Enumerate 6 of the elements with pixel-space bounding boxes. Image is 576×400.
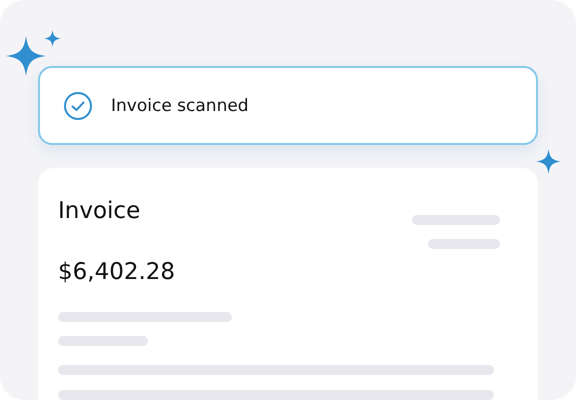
check-circle-icon: [63, 90, 93, 120]
skeleton-line: [428, 239, 500, 249]
sparkle-icon: [536, 149, 561, 174]
invoice-amount: $6,402.28: [58, 259, 176, 285]
notification-message: Invoice scanned: [111, 96, 249, 116]
invoice-title: Invoice: [58, 198, 140, 226]
